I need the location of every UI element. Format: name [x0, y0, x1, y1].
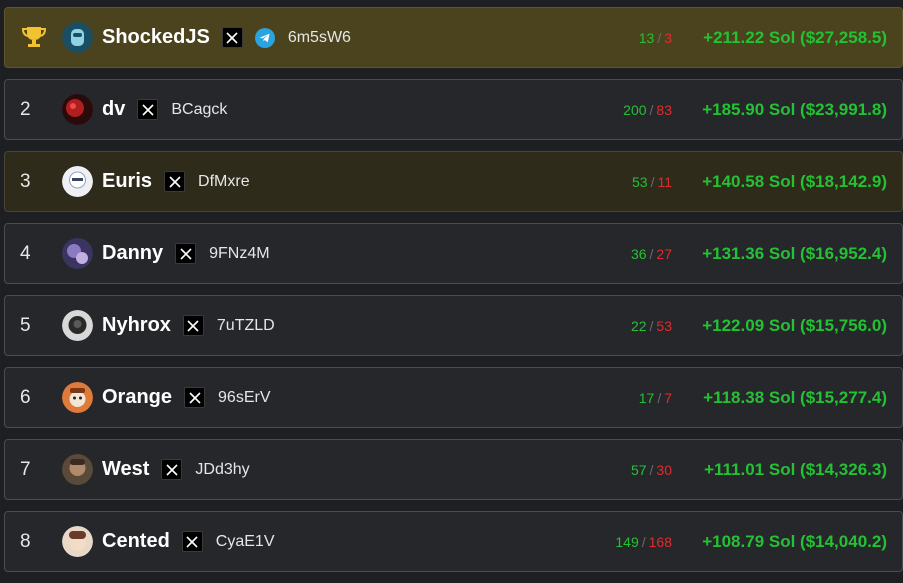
rank-number: 2: [20, 98, 31, 120]
pnl-value: +140.58 Sol ($18,142.9): [702, 171, 887, 191]
leaderboard-row-8[interactable]: 8 Cented CyaE1V 149/168 +108.79 Sol ($14…: [4, 511, 903, 572]
pnl-value: +131.36 Sol ($16,952.4): [702, 243, 887, 263]
leaderboard-row-5[interactable]: 5 Nyhrox 7uTZLD 22/53 +122.09 Sol ($15,7…: [4, 295, 903, 356]
avatar: [62, 94, 93, 125]
x-icon[interactable]: [184, 387, 206, 408]
losses-count: 83: [656, 101, 672, 118]
wins-count: 57: [630, 461, 647, 478]
wins-count: 200: [623, 101, 647, 118]
leaderboard-list: ShockedJS 6m5sW6 13/3 +211.22 Sol ($27,2…: [4, 7, 903, 583]
trader-name: Orange 96sErV: [102, 386, 271, 409]
trader-name-text[interactable]: Nyhrox: [102, 314, 171, 337]
avatar: [62, 454, 93, 485]
losses-count: 53: [656, 317, 672, 334]
wins-count: 17: [638, 389, 655, 406]
win-loss-count: 22/53: [630, 317, 672, 334]
trader-name-text[interactable]: dv: [102, 98, 125, 121]
losses-count: 7: [664, 389, 672, 406]
wins-count: 22: [630, 317, 647, 334]
x-icon[interactable]: [161, 459, 183, 480]
losses-count: 27: [656, 245, 672, 262]
trader-name-text[interactable]: Danny: [102, 242, 163, 265]
pnl-value: +185.90 Sol ($23,991.8): [702, 99, 887, 119]
losses-count: 11: [657, 173, 672, 190]
trader-name: ShockedJS 6m5sW6: [102, 26, 351, 49]
losses-count: 30: [656, 461, 672, 478]
win-loss-count: 149/168: [615, 533, 672, 550]
trader-name-text[interactable]: Orange: [102, 386, 172, 409]
wins-count: 53: [631, 173, 648, 190]
x-icon[interactable]: [164, 171, 186, 192]
avatar: [62, 22, 93, 53]
rank-number: 4: [20, 242, 31, 264]
wins-count: 149: [615, 533, 639, 550]
pnl-value: +111.01 Sol ($14,326.3): [704, 459, 887, 479]
trader-name: Cented CyaE1V: [102, 530, 275, 553]
win-loss-count: 57/30: [630, 461, 672, 478]
trader-name-text[interactable]: ShockedJS: [102, 26, 210, 49]
leaderboard-row-2[interactable]: 2 dv BCagck 200/83 +185.90 Sol ($23,991.…: [4, 79, 903, 140]
pnl-value: +108.79 Sol ($14,040.2): [702, 531, 887, 551]
trader-name: West JDd3hy: [102, 458, 250, 481]
rank-number: 3: [20, 170, 31, 192]
x-icon[interactable]: [182, 315, 204, 336]
rank-number: 7: [20, 458, 31, 480]
win-loss-count: 17/7: [638, 389, 672, 406]
wallet-address[interactable]: 9FNz4M: [209, 245, 269, 263]
wallet-address[interactable]: BCagck: [171, 101, 227, 119]
pnl-value: +122.09 Sol ($15,756.0): [702, 315, 887, 335]
win-loss-count: 36/27: [630, 245, 672, 262]
rank-number: 6: [20, 386, 31, 408]
x-icon[interactable]: [175, 243, 197, 264]
trophy-icon: [21, 25, 47, 49]
leaderboard-row-7[interactable]: 7 West JDd3hy 57/30 +111.01 Sol ($14,326…: [4, 439, 903, 500]
win-loss-count: 53/11: [631, 173, 672, 190]
wins-count: 13: [638, 29, 655, 46]
leaderboard-row-4[interactable]: 4 Danny 9FNz4M 36/27 +131.36 Sol ($16,95…: [4, 223, 903, 284]
losses-count: 3: [664, 29, 672, 46]
avatar: [62, 166, 93, 197]
leaderboard-row-1[interactable]: ShockedJS 6m5sW6 13/3 +211.22 Sol ($27,2…: [4, 7, 903, 68]
x-icon[interactable]: [137, 99, 159, 120]
avatar: [62, 382, 93, 413]
trader-name-text[interactable]: Cented: [102, 530, 170, 553]
rank-number: 5: [20, 314, 31, 336]
wallet-address[interactable]: CyaE1V: [216, 533, 275, 551]
trader-name: Danny 9FNz4M: [102, 242, 270, 265]
trader-name: Nyhrox 7uTZLD: [102, 314, 275, 337]
x-icon[interactable]: [221, 27, 243, 48]
wallet-address[interactable]: JDd3hy: [195, 461, 249, 479]
trader-name-text[interactable]: West: [102, 458, 149, 481]
rank-number: 8: [20, 530, 31, 552]
wallet-address[interactable]: DfMxre: [198, 173, 250, 191]
avatar: [62, 310, 93, 341]
trader-name-text[interactable]: Euris: [102, 170, 152, 193]
avatar: [62, 238, 93, 269]
trader-name: Euris DfMxre: [102, 170, 250, 193]
wallet-address[interactable]: 96sErV: [218, 389, 270, 407]
wins-count: 36: [630, 245, 647, 262]
win-loss-count: 200/83: [623, 101, 672, 118]
leaderboard-row-3[interactable]: 3 Euris DfMxre 53/11 +140.58 Sol ($18,14…: [4, 151, 903, 212]
trader-name: dv BCagck: [102, 98, 227, 121]
wallet-address[interactable]: 7uTZLD: [217, 317, 275, 335]
pnl-value: +118.38 Sol ($15,277.4): [703, 387, 887, 407]
leaderboard-row-6[interactable]: 6 Orange 96sErV 17/7 +118.38 Sol ($15,27…: [4, 367, 903, 428]
win-loss-count: 13/3: [638, 29, 672, 46]
telegram-icon[interactable]: [254, 27, 275, 48]
pnl-value: +211.22 Sol ($27,258.5): [703, 27, 887, 47]
wallet-address[interactable]: 6m5sW6: [288, 29, 351, 47]
avatar: [62, 526, 93, 557]
losses-count: 168: [648, 533, 672, 550]
x-icon[interactable]: [181, 531, 203, 552]
